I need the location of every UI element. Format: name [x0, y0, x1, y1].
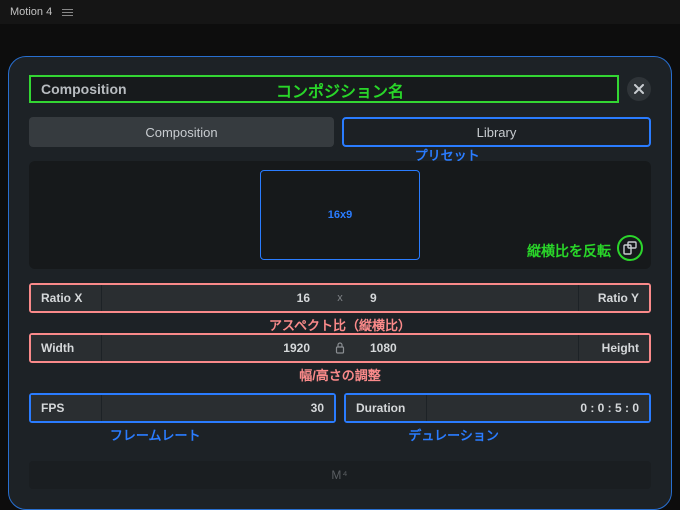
- width-value[interactable]: 1920: [102, 335, 320, 361]
- lock-icon[interactable]: [320, 335, 360, 361]
- ratio-y-value[interactable]: 9: [360, 285, 578, 311]
- app-bar: Motion 4: [0, 0, 680, 24]
- menu-icon[interactable]: [62, 9, 73, 16]
- size-row: Width 1920 1080 Height: [29, 333, 651, 363]
- tab-composition[interactable]: Composition: [29, 117, 334, 147]
- close-button[interactable]: [627, 77, 651, 101]
- annotation-flip: 縦横比を反転: [527, 241, 611, 261]
- ratio-separator: x: [320, 285, 360, 311]
- aspect-preview: 16x9 縦横比を反転: [29, 161, 651, 269]
- flip-aspect-button[interactable]: [617, 235, 643, 261]
- aspect-ratio-row: Ratio X 16 x 9 Ratio Y: [29, 283, 651, 313]
- annotation-comp-name: コンポジション名: [276, 78, 404, 102]
- footer-button[interactable]: M⁴: [29, 461, 651, 489]
- app-title: Motion 4: [10, 6, 52, 18]
- duration-label: Duration: [346, 395, 426, 421]
- annotation-size: 幅/高さの調整: [299, 365, 381, 384]
- close-icon: [634, 84, 644, 94]
- annotation-duration: デュレーション: [408, 425, 498, 444]
- duration-value[interactable]: 0 : 0 : 5 : 0: [427, 395, 649, 421]
- height-label: Height: [579, 335, 649, 361]
- fps-label: FPS: [31, 395, 101, 421]
- duration-field: Duration 0 : 0 : 5 : 0: [344, 393, 651, 423]
- fps-value[interactable]: 30: [102, 395, 334, 421]
- width-label: Width: [31, 335, 101, 361]
- ratio-y-label: Ratio Y: [579, 285, 649, 311]
- ratio-x-label: Ratio X: [31, 285, 101, 311]
- ratio-x-value[interactable]: 16: [102, 285, 320, 311]
- fps-field: FPS 30: [29, 393, 336, 423]
- annotation-fps: フレームレート: [110, 425, 201, 444]
- flip-icon: [623, 241, 637, 255]
- annotation-aspect: アスペクト比（縦横比）: [269, 315, 411, 334]
- composition-panel: Composition コンポジション名 Composition Library…: [8, 56, 672, 510]
- aspect-ratio-tile[interactable]: 16x9: [260, 170, 420, 260]
- height-value[interactable]: 1080: [360, 335, 578, 361]
- tab-library[interactable]: Library: [342, 117, 651, 147]
